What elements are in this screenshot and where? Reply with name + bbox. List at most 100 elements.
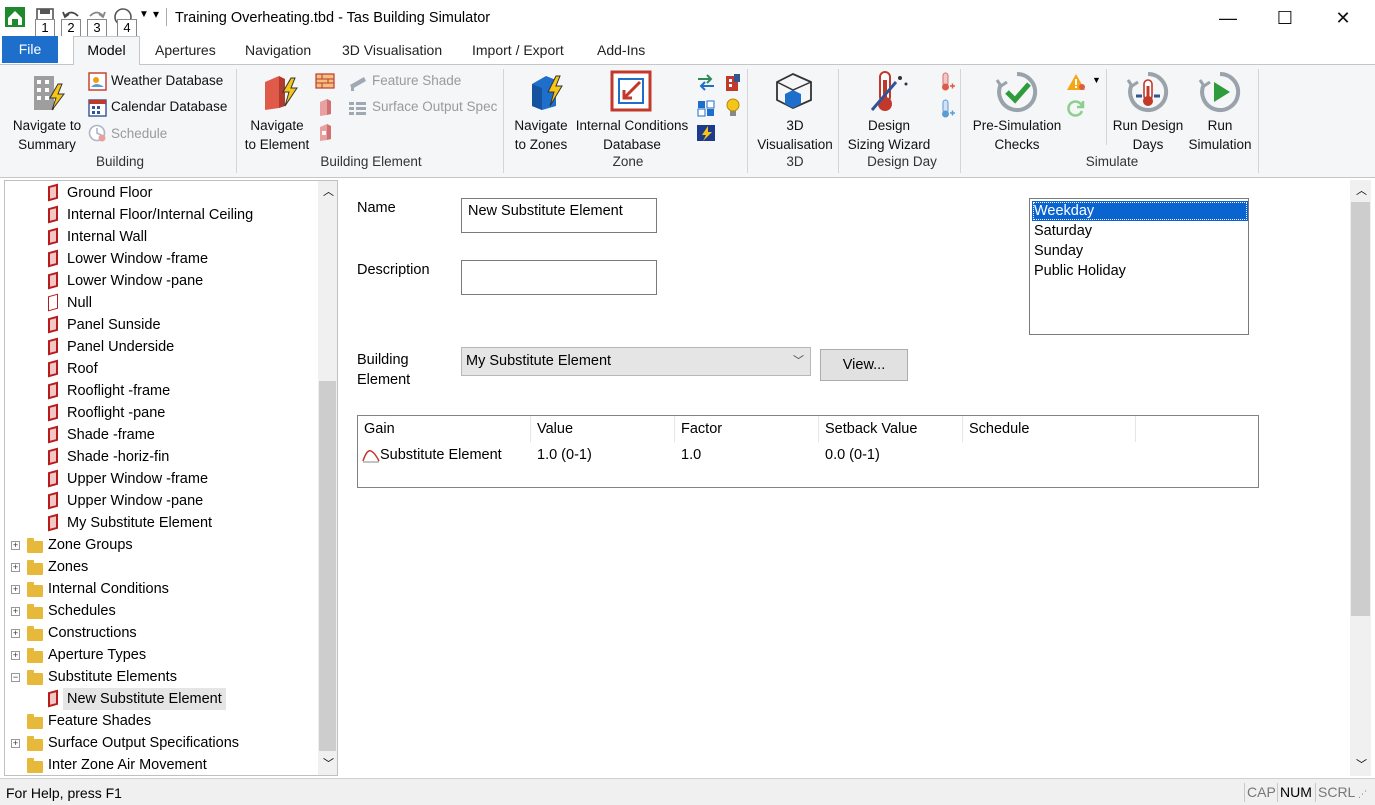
day-sunday[interactable]: Sunday	[1032, 241, 1248, 261]
close-button[interactable]: ✕	[1320, 0, 1366, 36]
tree-item-element[interactable]: My Substitute Element	[5, 512, 315, 534]
element-add-icon[interactable]	[318, 97, 334, 117]
zone-swap-icon[interactable]	[696, 73, 716, 91]
tree-item-element[interactable]: Rooflight -pane	[5, 402, 315, 424]
tree-item-folder[interactable]: + Surface Output Specifications	[5, 732, 315, 754]
tree-item-element[interactable]: Shade -horiz-fin	[5, 446, 315, 468]
element-edit-icon[interactable]	[318, 122, 334, 142]
tree-item-folder[interactable]: Inter Zone Air Movement	[5, 754, 315, 775]
expand-icon[interactable]: +	[11, 585, 20, 594]
brick-wall-icon[interactable]	[315, 72, 335, 90]
expand-icon[interactable]: +	[11, 739, 20, 748]
tree-item-element[interactable]: Upper Window -pane	[5, 490, 315, 512]
tree-item-element[interactable]: Roof	[5, 358, 315, 380]
navigation-tree[interactable]: Ground Floor Internal Floor/Internal Ceil…	[4, 180, 338, 776]
tree-scrollbar[interactable]: ︿ ﹀	[318, 181, 337, 775]
tree-item-element[interactable]: Lower Window -pane	[5, 270, 315, 292]
main-scrollbar[interactable]: ︿ ﹀	[1350, 180, 1371, 776]
navigate-element-button[interactable]: Navigate to Element	[238, 116, 316, 154]
tree-item-element[interactable]: Lower Window -frame	[5, 248, 315, 270]
tree-item-folder[interactable]: + Zones	[5, 556, 315, 578]
design-day-add-icon[interactable]	[938, 72, 956, 92]
main-scroll-up-icon[interactable]: ︿	[1356, 182, 1367, 198]
tab-apertures[interactable]: Apertures	[155, 42, 216, 58]
tree-item-element[interactable]: Upper Window -frame	[5, 468, 315, 490]
name-input[interactable]: New Substitute Element	[461, 198, 657, 233]
zone-building-icon[interactable]	[724, 72, 742, 92]
pre-simulation-checks-button[interactable]: Pre-Simulation Checks	[966, 116, 1068, 154]
app-icon[interactable]	[4, 6, 26, 28]
main-scroll-thumb[interactable]	[1351, 202, 1370, 616]
tree-item-element[interactable]: Internal Wall	[5, 226, 315, 248]
tab-model[interactable]: Model	[73, 36, 140, 65]
design-day-cooling-icon[interactable]	[938, 99, 956, 119]
tree-item-element[interactable]: Panel Sunside	[5, 314, 315, 336]
tree-item-folder[interactable]: + Schedules	[5, 600, 315, 622]
day-public-holiday[interactable]: Public Holiday	[1032, 261, 1248, 281]
tree-item-selected[interactable]: New Substitute Element	[5, 688, 315, 710]
building-element-select[interactable]: My Substitute Element ﹀	[461, 347, 811, 376]
tab-add-ins[interactable]: Add-Ins	[597, 42, 645, 58]
qat-customize-icon[interactable]: ▾	[153, 7, 159, 21]
day-saturday[interactable]: Saturday	[1032, 221, 1248, 241]
tree-item-element[interactable]: Internal Floor/Internal Ceiling	[5, 204, 315, 226]
internal-conditions-database-button[interactable]: Internal Conditions Database	[573, 116, 691, 154]
tree-item-folder[interactable]: + Aperture Types	[5, 644, 315, 666]
column-header-value[interactable]: Value	[531, 416, 675, 442]
warning-icon[interactable]	[1066, 72, 1088, 92]
day-weekday[interactable]: Weekday	[1032, 201, 1248, 221]
minimize-button[interactable]: —	[1205, 0, 1251, 36]
tab-file[interactable]: File	[2, 36, 58, 63]
zone-solar-icon[interactable]	[696, 123, 716, 143]
resize-grip-icon[interactable]: ⋰	[1358, 789, 1367, 800]
refresh-icon[interactable]	[1066, 98, 1086, 118]
tree-item-folder[interactable]: − Substitute Elements	[5, 666, 315, 688]
run-simulation-button[interactable]: Run Simulation	[1184, 116, 1256, 154]
tree-item-folder[interactable]: Feature Shades	[5, 710, 315, 732]
tree-scroll-thumb[interactable]	[319, 381, 336, 751]
maximize-button[interactable]: ☐	[1262, 0, 1308, 36]
navigate-zones-button[interactable]: Navigate to Zones	[505, 116, 577, 154]
day-type-list[interactable]: Weekday Saturday Sunday Public Holiday	[1029, 198, 1249, 335]
run-design-days-button[interactable]: Run Design Days	[1108, 116, 1188, 154]
column-header-setback-value[interactable]: Setback Value	[819, 416, 963, 442]
tab-import-export[interactable]: Import / Export	[472, 42, 564, 58]
scroll-down-icon[interactable]: ﹀	[323, 755, 334, 771]
tree-item-element[interactable]: Null	[5, 292, 315, 314]
column-header-gain[interactable]: Gain	[358, 416, 531, 442]
weather-database-button[interactable]: Weather Database	[111, 73, 223, 88]
main-scroll-down-icon[interactable]: ﹀	[1356, 756, 1367, 772]
expand-icon[interactable]: +	[11, 651, 20, 660]
scroll-up-icon[interactable]: ︿	[323, 183, 334, 199]
column-header-schedule[interactable]: Schedule	[963, 416, 1136, 442]
warning-dropdown-icon[interactable]: ▼	[1092, 75, 1101, 85]
expand-icon[interactable]: +	[11, 563, 20, 572]
gains-table[interactable]: Gain Value Factor Setback Value Schedule…	[357, 415, 1259, 488]
expand-icon[interactable]: +	[11, 629, 20, 638]
qat-dropdown-icon[interactable]: ▼	[139, 9, 149, 20]
tab-3d-visualisation[interactable]: 3D Visualisation	[342, 42, 442, 58]
feature-shade-button[interactable]: Feature Shade	[372, 73, 461, 88]
view-button[interactable]: View...	[820, 349, 908, 381]
surface-output-spec-button[interactable]: Surface Output Spec	[372, 99, 497, 114]
3d-visualisation-button[interactable]: 3D Visualisation	[753, 116, 837, 154]
calendar-database-button[interactable]: Calendar Database	[111, 99, 227, 114]
tree-item-element[interactable]: Ground Floor	[5, 182, 315, 204]
tree-item-folder[interactable]: + Constructions	[5, 622, 315, 644]
expand-icon[interactable]: −	[11, 673, 20, 682]
schedule-button[interactable]: Schedule	[111, 126, 167, 141]
tab-navigation[interactable]: Navigation	[245, 42, 311, 58]
column-header-factor[interactable]: Factor	[675, 416, 819, 442]
description-input[interactable]	[461, 260, 657, 295]
navigate-summary-button[interactable]: Navigate to Summary	[8, 116, 86, 154]
zone-group-icon[interactable]	[696, 99, 716, 117]
tree-item-folder[interactable]: + Internal Conditions	[5, 578, 315, 600]
expand-icon[interactable]: +	[11, 607, 20, 616]
zone-lighting-icon[interactable]	[724, 97, 742, 119]
tree-item-element[interactable]: Shade -frame	[5, 424, 315, 446]
tree-item-element[interactable]: Panel Underside	[5, 336, 315, 358]
tree-item-element[interactable]: Rooflight -frame	[5, 380, 315, 402]
design-sizing-wizard-button[interactable]: Design Sizing Wizard	[843, 116, 935, 154]
expand-icon[interactable]: +	[11, 541, 20, 550]
tree-item-folder[interactable]: + Zone Groups	[5, 534, 315, 556]
